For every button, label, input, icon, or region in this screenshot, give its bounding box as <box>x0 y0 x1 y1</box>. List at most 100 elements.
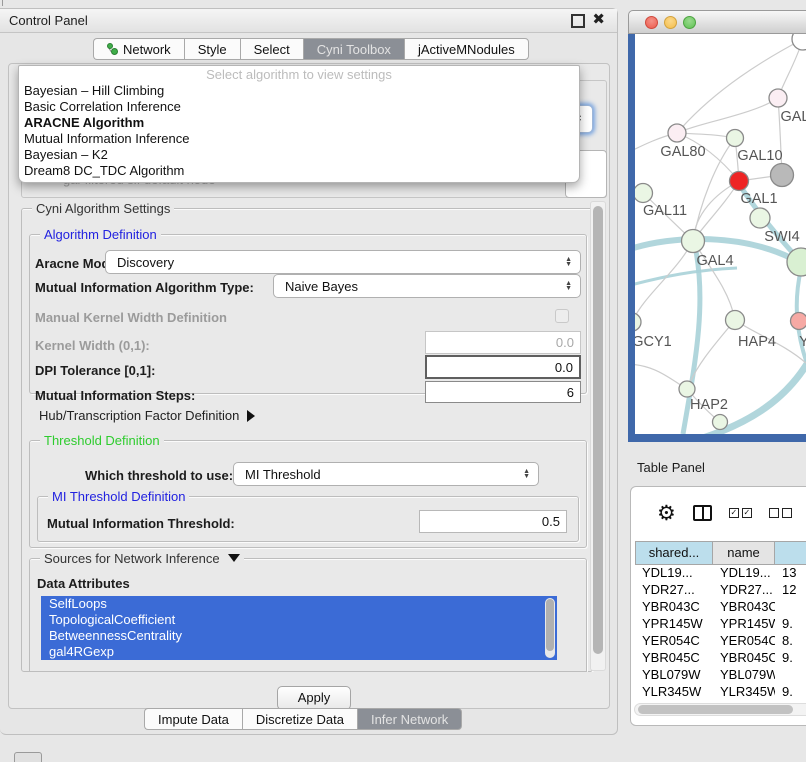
table-cell: 9. <box>775 684 806 701</box>
node-label: GCY1 <box>635 334 672 350</box>
sources-title-toggle[interactable]: Sources for Network Inference <box>40 551 244 566</box>
algorithm-option[interactable]: Mutual Information Inference <box>19 131 579 147</box>
data-attributes-list[interactable]: SelfLoopsTopologicalCoefficientBetweenne… <box>41 596 557 660</box>
tab-style[interactable]: Style <box>184 38 240 60</box>
which-threshold-select[interactable]: MI Threshold ▲▼ <box>233 462 539 486</box>
network-node-gcy1[interactable] <box>635 313 641 331</box>
network-node-gal10[interactable] <box>727 130 744 147</box>
column-header[interactable]: name <box>713 541 775 565</box>
minimize-traffic-light-icon[interactable] <box>664 16 677 29</box>
attribute-item[interactable]: TopologicalCoefficient <box>41 612 557 628</box>
network-canvas[interactable]: GALGAL80GAL10GAL1GAL11SWI4GAL4GCY1HAP4YH… <box>635 34 806 434</box>
table-cell: 9. <box>775 616 806 633</box>
manual-kernel-width-label: Manual Kernel Width Definition <box>35 310 227 325</box>
stepper-icon: ▲▼ <box>565 257 572 268</box>
control-panel-window: Control Panel ✖ Network StyleSelectCyni T… <box>0 8 618 735</box>
attribute-item[interactable]: BetweennessCentrality <box>41 628 557 644</box>
tab-network[interactable]: Network <box>93 38 184 60</box>
table-cell: YPR145W <box>635 616 713 633</box>
float-window-icon[interactable] <box>571 14 585 28</box>
attribute-item[interactable]: gal4RGexp <box>41 644 557 660</box>
group-title: Threshold Definition <box>40 433 164 448</box>
cyni-mode-tab-bar: Impute DataDiscretize DataInfer Network <box>144 708 462 730</box>
control-panel-titlebar[interactable]: Control Panel ✖ <box>0 9 617 33</box>
algorithm-option[interactable]: Basic Correlation Inference <box>19 99 579 115</box>
algorithm-option[interactable]: Dream8 DC_TDC Algorithm <box>19 163 579 179</box>
network-node-gal80[interactable] <box>668 124 686 142</box>
algorithm-option[interactable]: Bayesian – Hill Climbing <box>19 83 579 99</box>
tab-jactivemnodules[interactable]: jActiveMNodules <box>404 38 529 60</box>
node-label: GAL1 <box>740 191 777 207</box>
tab-discretize-data[interactable]: Discretize Data <box>242 708 357 730</box>
network-node-hap4[interactable] <box>726 311 745 330</box>
mi-algorithm-type-select[interactable]: Naive Bayes ▲▼ <box>273 274 581 298</box>
tab-cyni-toolbox[interactable]: Cyni Toolbox <box>303 38 404 60</box>
column-header[interactable] <box>775 541 806 565</box>
manual-kernel-width-checkbox[interactable] <box>555 309 569 323</box>
mi-algorithm-type-label: Mutual Information Algorithm Type: <box>35 280 254 295</box>
tab-impute-data[interactable]: Impute Data <box>144 708 242 730</box>
expanded-arrow-icon <box>228 554 240 562</box>
network-node-swi4[interactable] <box>750 208 770 228</box>
network-node-gal1[interactable] <box>730 172 749 191</box>
deselect-all-columns-icon[interactable] <box>769 508 792 518</box>
close-traffic-light-icon[interactable] <box>645 16 658 29</box>
network-node[interactable] <box>713 415 728 430</box>
gear-icon[interactable]: ⚙ <box>657 501 676 526</box>
settings-scrollbar[interactable] <box>590 201 606 671</box>
tab-select[interactable]: Select <box>240 38 303 60</box>
node-label: GAL80 <box>660 144 705 160</box>
tab-label: Network <box>123 42 171 57</box>
network-node[interactable] <box>792 34 806 50</box>
columns-icon[interactable] <box>693 505 712 521</box>
attributes-scrollbar[interactable] <box>545 598 555 658</box>
select-all-columns-icon[interactable]: ✓✓ <box>729 508 752 518</box>
hub-definition-toggle[interactable]: Hub/Transcription Factor Definition <box>39 408 255 423</box>
tab-infer-network[interactable]: Infer Network <box>357 708 462 730</box>
network-window-titlebar[interactable] <box>628 10 806 34</box>
node-label: Y <box>799 334 806 350</box>
mi-threshold-input[interactable]: 0.5 <box>419 510 567 533</box>
table-row[interactable]: YBR043CYBR043C <box>635 599 806 616</box>
network-node-y[interactable] <box>791 313 806 330</box>
table-row[interactable]: YDL19...YDL19...13 <box>635 565 806 582</box>
table-cell: YER054C <box>635 633 713 650</box>
network-node-hap2[interactable] <box>679 381 695 397</box>
table-cell: YBL079W <box>713 667 775 684</box>
mi-steps-input[interactable]: 6 <box>425 381 581 403</box>
aracne-mode-select[interactable]: Discovery ▲▼ <box>105 250 581 274</box>
dpi-tolerance-label: DPI Tolerance [0,1]: <box>35 363 155 378</box>
bottom-button-fragment[interactable] <box>14 752 42 762</box>
network-node-gal[interactable] <box>769 89 787 107</box>
algorithm-option[interactable]: Bayesian – K2 <box>19 147 579 163</box>
zoom-traffic-light-icon[interactable] <box>683 16 696 29</box>
table-row[interactable]: YBR045CYBR045C9. <box>635 650 806 667</box>
network-node-gal4[interactable] <box>682 230 705 253</box>
hub-definition-label: Hub/Transcription Factor Definition <box>39 408 239 423</box>
tab-label: jActiveMNodules <box>418 42 515 57</box>
column-header[interactable]: shared... <box>635 541 713 565</box>
table-cell: YDL19... <box>713 565 775 582</box>
table-cell: YBR043C <box>635 599 713 616</box>
group-title: Cyni Algorithm Settings <box>32 201 174 216</box>
divider <box>2 0 3 6</box>
table-row[interactable]: YER054CYER054C8. <box>635 633 806 650</box>
table-cell: YBR045C <box>713 650 775 667</box>
table-row[interactable]: YBL079WYBL079W <box>635 667 806 684</box>
network-node-gal11[interactable] <box>635 184 653 203</box>
network-node[interactable] <box>771 164 794 187</box>
table-row[interactable]: YLR345WYLR345W9. <box>635 684 806 701</box>
table-panel-window: ⚙ ✓✓ shared...nameYDL19...YDL19...13YDR2… <box>630 486 806 726</box>
aracne-mode-value: Discovery <box>117 255 174 270</box>
dpi-tolerance-input[interactable]: 0.0 <box>425 355 581 379</box>
table-cell <box>775 667 806 684</box>
table-row[interactable]: YPR145WYPR145W9. <box>635 616 806 633</box>
table-hscrollbar[interactable] <box>634 703 806 716</box>
kernel-width-input[interactable]: 0.0 <box>425 331 581 354</box>
algorithm-dropdown-list: Select algorithm to view settings Bayesi… <box>18 65 580 183</box>
apply-button[interactable]: Apply <box>277 686 351 710</box>
attribute-item[interactable]: SelfLoops <box>41 596 557 612</box>
close-icon[interactable]: ✖ <box>592 14 605 26</box>
table-row[interactable]: YDR27...YDR27...12 <box>635 582 806 599</box>
algorithm-option[interactable]: ARACNE Algorithm <box>19 115 579 131</box>
